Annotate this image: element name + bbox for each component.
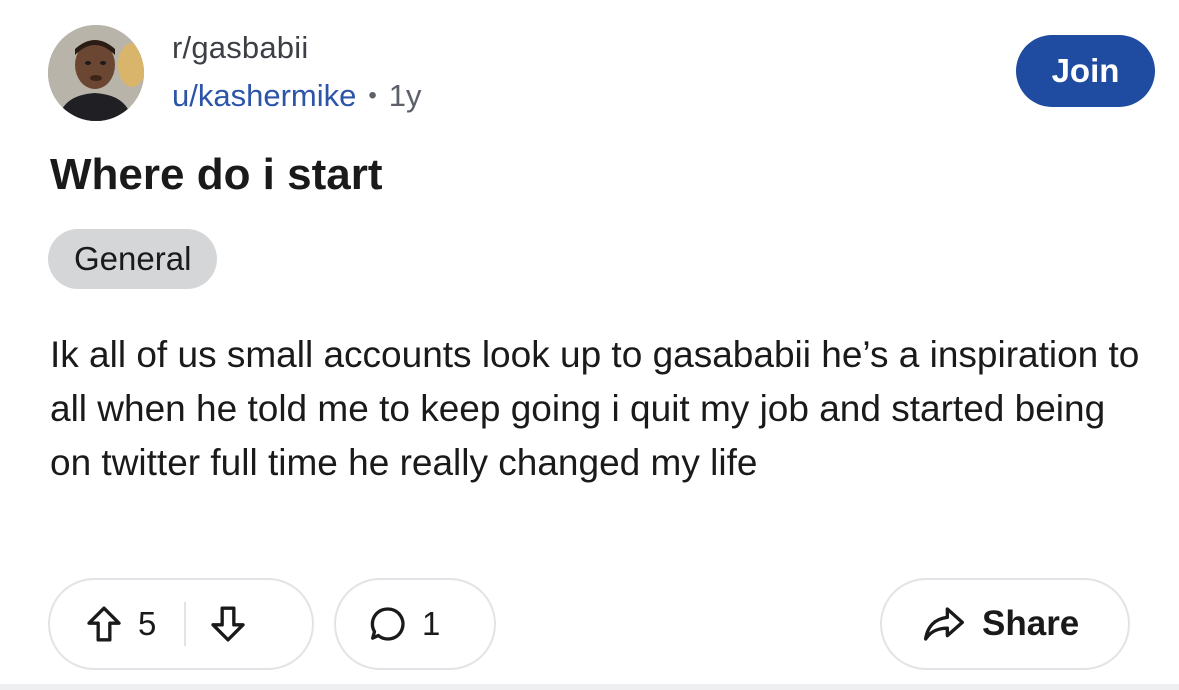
comments-button[interactable]: 1 <box>334 578 496 670</box>
share-button[interactable]: Share <box>880 578 1130 670</box>
share-icon <box>922 604 966 644</box>
subreddit-name[interactable]: r/gasbabii <box>172 30 308 66</box>
vote-control: 5 <box>48 578 314 670</box>
comment-count: 1 <box>422 605 441 642</box>
post-title[interactable]: Where do i start <box>50 150 383 200</box>
downvote-icon[interactable] <box>208 604 248 644</box>
post-meta: u/kashermike • 1y <box>172 78 422 114</box>
meta-separator: • <box>368 82 377 109</box>
comment-icon <box>368 604 408 644</box>
post-body: Ik all of us small accounts look up to g… <box>50 334 1140 483</box>
author-link[interactable]: u/kashermike <box>172 78 356 114</box>
vote-divider <box>184 602 187 646</box>
upvote-icon[interactable] <box>84 604 124 644</box>
subreddit-avatar[interactable] <box>48 25 144 121</box>
share-label: Share <box>982 604 1080 643</box>
post-flair[interactable]: General <box>48 229 218 289</box>
post-age: 1y <box>388 78 422 113</box>
feed-separator <box>0 684 1179 690</box>
avatar-photo <box>48 25 144 121</box>
join-button[interactable]: Join <box>1016 35 1155 107</box>
vote-count: 5 <box>138 605 157 642</box>
